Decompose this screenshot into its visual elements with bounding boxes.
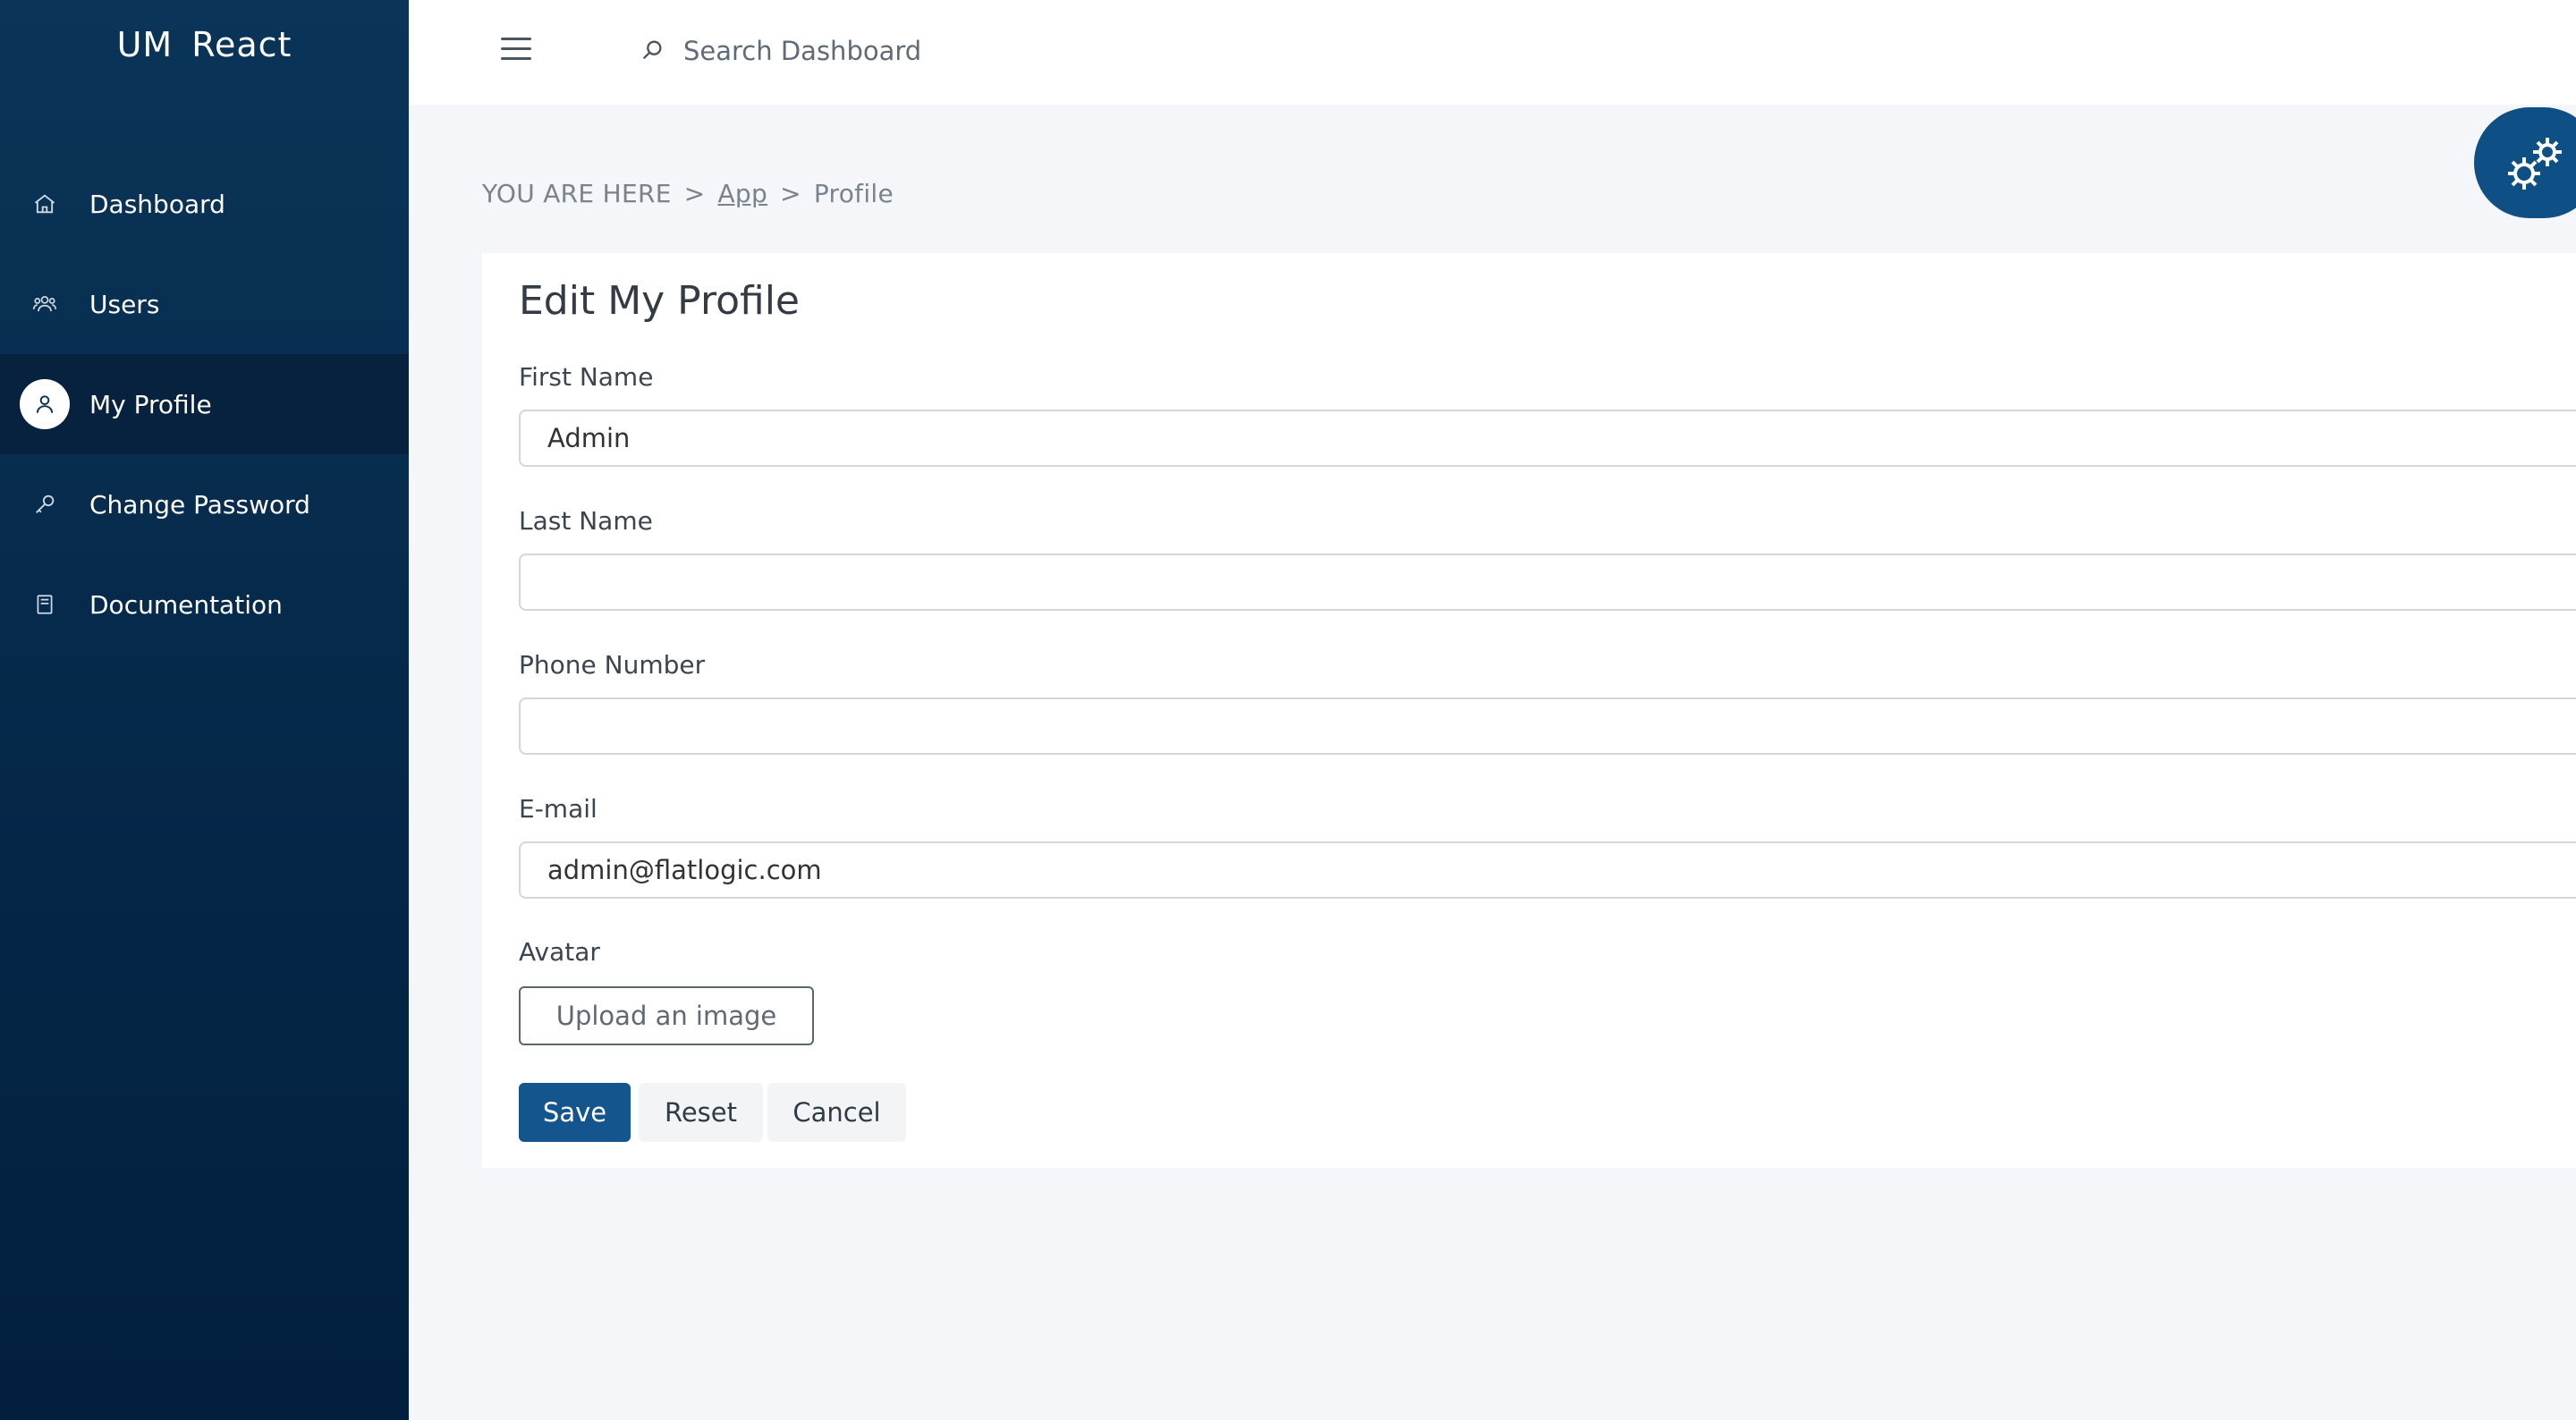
- first-name-label: First Name: [519, 362, 654, 392]
- sidebar-item-label: Change Password: [89, 489, 310, 520]
- last-name-field[interactable]: [519, 554, 2576, 611]
- cancel-button[interactable]: Cancel: [767, 1083, 906, 1142]
- sidebar-item-label: My Profile: [89, 389, 212, 419]
- phone-number-label: Phone Number: [519, 650, 706, 680]
- save-button[interactable]: Save: [519, 1083, 631, 1142]
- avatar-label: Avatar: [519, 937, 600, 967]
- book-icon: [20, 579, 70, 630]
- email-field[interactable]: [519, 841, 2576, 899]
- search-input[interactable]: [682, 27, 1061, 75]
- settings-button[interactable]: [2474, 107, 2576, 218]
- search-icon: [640, 38, 666, 64]
- users-icon: [20, 279, 70, 329]
- upload-image-button[interactable]: Upload an image: [519, 986, 814, 1045]
- sidebar-item-label: Dashboard: [89, 189, 225, 219]
- sidebar-item-users[interactable]: Users: [0, 254, 409, 354]
- sidebar-item-my-profile[interactable]: My Profile: [0, 354, 409, 454]
- email-label: E-mail: [519, 794, 597, 824]
- gear-icon: [2508, 138, 2562, 190]
- edit-profile-card: Edit My Profile First Name Last Name Pho…: [482, 253, 2576, 1168]
- sidebar-item-dashboard[interactable]: Dashboard: [0, 154, 409, 254]
- sidebar-item-label: Users: [89, 289, 160, 319]
- user-icon: [20, 379, 70, 429]
- breadcrumb-current: Profile: [813, 179, 894, 208]
- phone-number-field[interactable]: [519, 697, 2576, 755]
- sidebar: UM React Dashboard Users My Profile Chan…: [0, 0, 409, 1420]
- first-name-field[interactable]: [519, 410, 2576, 467]
- page-title: Edit My Profile: [519, 278, 800, 324]
- top-header: [409, 0, 2576, 105]
- reset-button[interactable]: Reset: [639, 1083, 763, 1142]
- breadcrumb-separator: >: [683, 179, 706, 208]
- sidebar-item-label: Documentation: [89, 589, 283, 620]
- breadcrumb: YOU ARE HERE > App > Profile: [482, 179, 894, 208]
- breadcrumb-link-app[interactable]: App: [717, 179, 767, 208]
- menu-toggle-icon[interactable]: [501, 38, 531, 64]
- app-title: UM React: [116, 25, 292, 64]
- breadcrumb-prefix: YOU ARE HERE: [482, 179, 672, 208]
- sidebar-item-documentation[interactable]: Documentation: [0, 554, 409, 655]
- home-icon: [20, 179, 70, 229]
- sidebar-item-change-password[interactable]: Change Password: [0, 454, 409, 554]
- last-name-label: Last Name: [519, 506, 653, 536]
- key-icon: [20, 479, 70, 529]
- breadcrumb-separator: >: [780, 179, 801, 208]
